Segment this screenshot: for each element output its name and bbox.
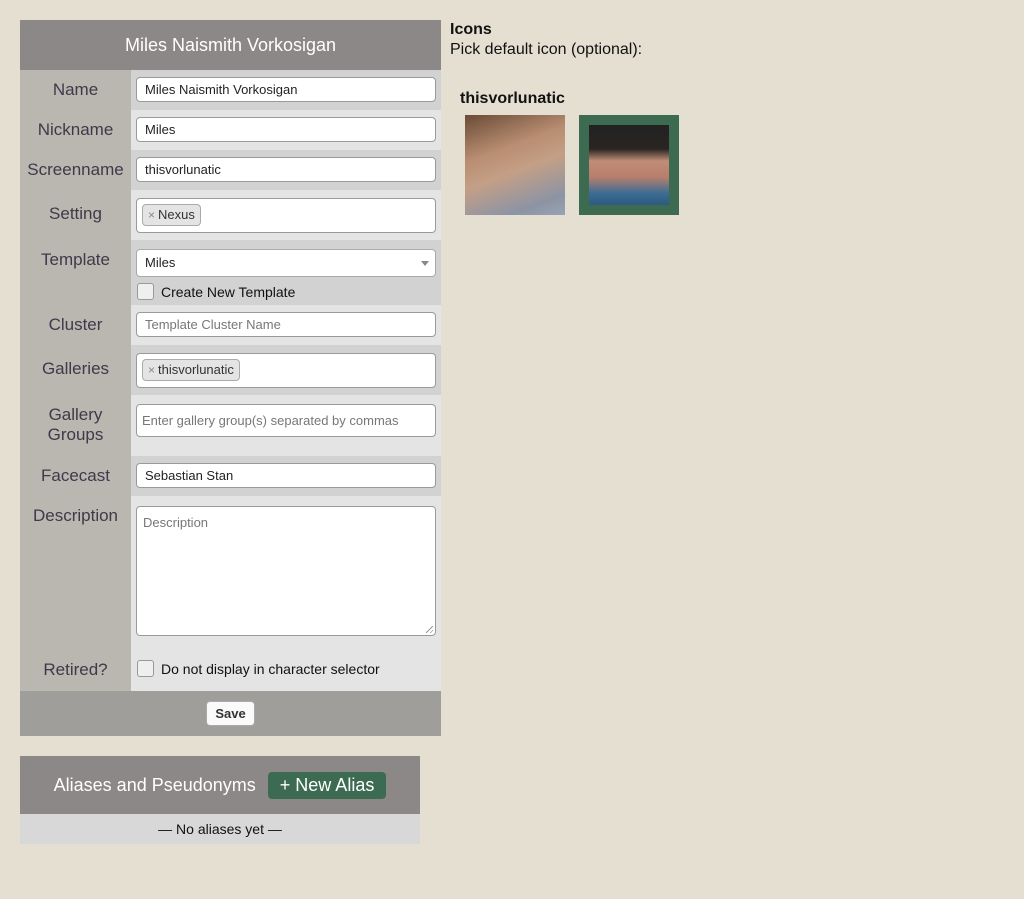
icons-subtitle: Pick default icon (optional): bbox=[450, 41, 643, 58]
icon-portrait bbox=[589, 125, 669, 205]
icon-option-2-selected[interactable] bbox=[579, 115, 679, 215]
setting-label: Setting bbox=[20, 190, 131, 240]
form-footer: Save bbox=[20, 691, 441, 736]
description-label: Description bbox=[20, 496, 131, 651]
galleries-row: Galleries × thisvorlunatic bbox=[20, 345, 441, 395]
gallery-groups-row: Gallery Groups Enter gallery group(s) se… bbox=[20, 395, 441, 456]
galleries-select[interactable]: × thisvorlunatic bbox=[136, 353, 436, 388]
new-alias-button[interactable]: + New Alias bbox=[267, 771, 387, 799]
setting-row: Setting × Nexus bbox=[20, 190, 441, 240]
facecast-label: Facecast bbox=[20, 456, 131, 496]
icons-panel: Icons Pick default icon (optional): this… bbox=[450, 20, 679, 215]
nickname-input[interactable]: Miles bbox=[136, 117, 436, 142]
create-template-label: Create New Template bbox=[161, 283, 296, 300]
name-input[interactable]: Miles Naismith Vorkosigan bbox=[136, 77, 436, 102]
template-select[interactable]: Miles bbox=[136, 249, 436, 277]
template-label: Template bbox=[20, 240, 131, 305]
form-title: Miles Naismith Vorkosigan bbox=[124, 34, 337, 55]
retired-checkbox-label: Do not display in character selector bbox=[161, 660, 380, 677]
retired-row: Retired? Do not display in character sel… bbox=[20, 651, 441, 691]
create-template-checkbox[interactable] bbox=[137, 283, 154, 300]
screenname-row: Screenname thisvorlunatic bbox=[20, 150, 441, 190]
form-header: Miles Naismith Vorkosigan bbox=[20, 20, 441, 70]
aliases-title: Aliases and Pseudonyms bbox=[53, 774, 256, 795]
tag-remove-icon[interactable]: × bbox=[148, 363, 155, 377]
template-value: Miles bbox=[145, 255, 176, 270]
cluster-input[interactable]: Template Cluster Name bbox=[136, 312, 436, 337]
template-row: Template Miles Create New Template bbox=[20, 240, 441, 305]
description-textarea[interactable]: Description bbox=[136, 506, 436, 636]
gallery-groups-label: Gallery Groups bbox=[20, 395, 131, 456]
save-button[interactable]: Save bbox=[206, 701, 255, 726]
tag-remove-icon[interactable]: × bbox=[148, 208, 155, 222]
setting-tag: × Nexus bbox=[142, 204, 201, 226]
facecast-input[interactable]: Sebastian Stan bbox=[136, 463, 436, 488]
name-label: Name bbox=[20, 70, 131, 110]
aliases-section: Aliases and Pseudonyms + New Alias — No … bbox=[20, 756, 420, 844]
setting-select[interactable]: × Nexus bbox=[136, 198, 436, 233]
retired-label: Retired? bbox=[20, 651, 131, 691]
cluster-label: Cluster bbox=[20, 305, 131, 345]
cluster-row: Cluster Template Cluster Name bbox=[20, 305, 441, 345]
nickname-label: Nickname bbox=[20, 110, 131, 150]
retired-checkbox[interactable] bbox=[137, 660, 154, 677]
gallery-tag: × thisvorlunatic bbox=[142, 359, 240, 381]
description-placeholder: Description bbox=[143, 515, 209, 530]
character-form: Miles Naismith Vorkosigan Name Miles Nai… bbox=[20, 20, 441, 736]
aliases-header: Aliases and Pseudonyms + New Alias bbox=[20, 756, 420, 814]
setting-tag-label: Nexus bbox=[158, 207, 195, 222]
icon-option-1[interactable] bbox=[465, 115, 565, 215]
retired-option: Do not display in character selector bbox=[136, 660, 436, 677]
chevron-down-icon bbox=[421, 261, 429, 266]
icons-title: Icons bbox=[450, 21, 492, 38]
description-row: Description Description bbox=[20, 496, 441, 651]
gallery-groups-input[interactable]: Enter gallery group(s) separated by comm… bbox=[136, 404, 436, 437]
name-row: Name Miles Naismith Vorkosigan bbox=[20, 70, 441, 110]
aliases-empty: — No aliases yet — bbox=[20, 814, 420, 844]
galleries-label: Galleries bbox=[20, 345, 131, 395]
facecast-row: Facecast Sebastian Stan bbox=[20, 456, 441, 496]
resize-grip-icon[interactable] bbox=[426, 626, 433, 633]
create-template-option: Create New Template bbox=[136, 283, 436, 300]
nickname-row: Nickname Miles bbox=[20, 110, 441, 150]
gallery-tag-label: thisvorlunatic bbox=[158, 362, 234, 377]
screenname-input[interactable]: thisvorlunatic bbox=[136, 157, 436, 182]
gallery-name: thisvorlunatic bbox=[460, 90, 565, 107]
screenname-label: Screenname bbox=[20, 150, 131, 190]
